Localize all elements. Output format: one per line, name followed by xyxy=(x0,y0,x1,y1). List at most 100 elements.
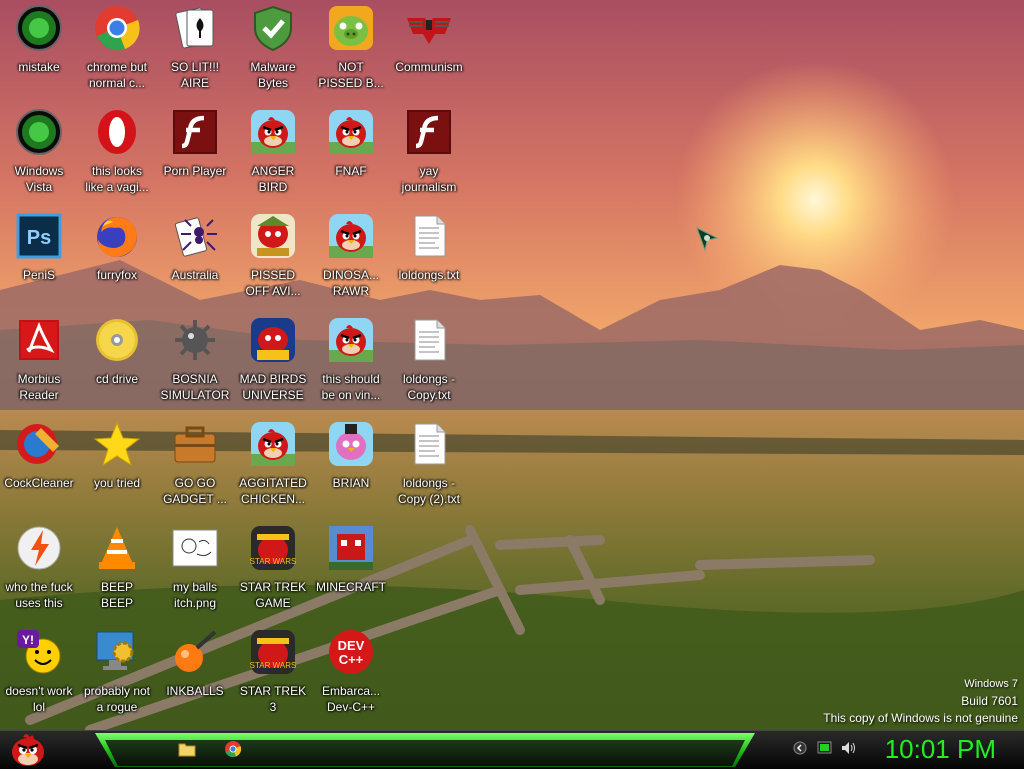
desktop-icon-label: NOT PISSED B... xyxy=(318,60,384,90)
desktop-icon[interactable]: probably not a rogue xyxy=(78,626,156,726)
desktop-icon[interactable]: this should be on vin... xyxy=(312,314,390,414)
angry-bird-icon xyxy=(12,734,44,766)
desktop-icon[interactable]: AGGITATED CHICKEN... xyxy=(234,418,312,518)
desktop-icon[interactable]: Ps PeniS xyxy=(0,210,78,310)
desktop-icon-label: FNAF xyxy=(335,164,367,178)
desktop-icon[interactable]: loldongs - Copy.txt xyxy=(390,314,468,414)
desktop-icon-label: Malware Bytes xyxy=(250,60,296,90)
desktop-icon-label: furryfox xyxy=(96,268,137,282)
devcpp-icon: DEV C++ xyxy=(327,628,375,676)
desktop-icon[interactable]: CockCleaner xyxy=(0,418,78,518)
desktop-icon-label: Communism xyxy=(395,60,463,74)
desktop-icon-label: DINOSA... RAWR xyxy=(322,268,379,298)
desktop-icon[interactable]: PISSED OFF AVI... xyxy=(234,210,312,310)
tray-volume[interactable] xyxy=(841,741,857,760)
desktop-icon[interactable]: Morbius Reader xyxy=(0,314,78,414)
taskbar-folder-button[interactable] xyxy=(178,740,196,758)
desktop-icon[interactable]: Malware Bytes xyxy=(234,2,312,102)
desktop-icon[interactable]: chrome but normal c... xyxy=(78,2,156,102)
mine-icon xyxy=(171,316,219,364)
angry-bird-icon xyxy=(327,212,375,260)
spider-solitaire-icon xyxy=(171,212,219,260)
taskbar-clock[interactable]: 10:01 PM xyxy=(885,734,996,765)
desktop-icon[interactable]: Australia xyxy=(156,210,234,310)
desktop-icon[interactable]: you tried xyxy=(78,418,156,518)
desktop-icon[interactable]: Y! doesn't work lol xyxy=(0,626,78,726)
desktop-icon-label: PeniS xyxy=(22,268,56,282)
desktop-icon[interactable]: GO GO GADGET ... xyxy=(156,418,234,518)
desktop-icon-label: PISSED OFF AVI... xyxy=(245,268,301,298)
desktop-icon-label: Morbius Reader xyxy=(17,372,61,402)
desktop-icon[interactable]: STAR WARS STAR TREK 3 xyxy=(234,626,312,726)
desktop-icon[interactable]: furryfox xyxy=(78,210,156,310)
desktop-icon[interactable]: ANGER BIRD xyxy=(234,106,312,206)
briefcase-icon xyxy=(171,420,219,468)
desktop-icon-label: CockCleaner xyxy=(4,476,74,490)
flash-icon xyxy=(405,108,453,156)
desktop-icon[interactable]: MINECRAFT xyxy=(312,522,390,622)
watermark-genuine: This copy of Windows is not genuine xyxy=(823,711,1018,725)
flash-icon xyxy=(171,108,219,156)
angry-bird-stella-icon xyxy=(327,420,375,468)
desktop-icon[interactable]: cd drive xyxy=(78,314,156,414)
desktop-icon-label: STAR TREK GAME xyxy=(239,580,307,610)
desktop-icon-label: BRIAN xyxy=(332,476,370,490)
watermark-build: Build 7601 xyxy=(961,694,1018,708)
angry-bird-space-icon xyxy=(249,316,297,364)
desktop-icon[interactable]: MAD BIRDS UNIVERSE xyxy=(234,314,312,414)
angry-bird-starwars-icon: STAR WARS xyxy=(249,524,297,572)
taskbar-items-area xyxy=(105,740,745,766)
desktop-icon[interactable]: mistake xyxy=(0,2,78,102)
yahoo-messenger-icon: Y! xyxy=(15,628,63,676)
taskbar xyxy=(0,730,1024,769)
desktop-icon[interactable]: BOSNIA SIMULATOR xyxy=(156,314,234,414)
desktop-icon[interactable]: Windows Vista xyxy=(0,106,78,206)
watermark-os: Windows 7 xyxy=(964,678,1018,690)
start-button[interactable] xyxy=(8,731,48,767)
shield-check-icon xyxy=(249,4,297,52)
desktop-icon-label: BEEP BEEP xyxy=(100,580,133,610)
desktop-icon-label: loldongs.txt xyxy=(398,268,460,282)
desktop-icon[interactable]: DINOSA... RAWR xyxy=(312,210,390,310)
desktop-icon[interactable]: BEEP BEEP xyxy=(78,522,156,622)
desktop-icon[interactable]: FNAF xyxy=(312,106,390,206)
svg-text:Ps: Ps xyxy=(27,227,51,249)
back-arrow-icon xyxy=(793,741,807,755)
desktop-icon[interactable]: this looks like a vagi... xyxy=(78,106,156,206)
chrome-icon xyxy=(225,741,242,758)
desktop-icon[interactable]: loldongs.txt xyxy=(390,210,468,310)
desktop-icon-label: ANGER BIRD xyxy=(251,164,295,194)
taskbar-chrome-button[interactable] xyxy=(224,740,242,758)
desktop-icon[interactable]: SO LIT!!! AIRE xyxy=(156,2,234,102)
desktop-icon-label: my balls itch.png xyxy=(172,580,217,610)
desktop-icon[interactable]: my balls itch.png xyxy=(156,522,234,622)
svg-text:Y!: Y! xyxy=(22,633,34,647)
folder-icon xyxy=(178,743,196,757)
desktop-icon-label: BOSNIA SIMULATOR xyxy=(160,372,230,402)
svg-text:DEV: DEV xyxy=(338,638,365,653)
desktop-icon[interactable]: loldongs - Copy (2).txt xyxy=(390,418,468,518)
desktop-icon[interactable]: STAR WARS STAR TREK GAME xyxy=(234,522,312,622)
image-file-icon xyxy=(171,524,219,572)
tray-show-hidden[interactable] xyxy=(793,741,807,760)
desktop-icon[interactable]: INKBALLS xyxy=(156,626,234,726)
desktop-icon[interactable]: yay journalism xyxy=(390,106,468,206)
desktop-icon[interactable]: NOT PISSED B... xyxy=(312,2,390,102)
angry-bird-icon xyxy=(327,316,375,364)
tray-battery[interactable] xyxy=(817,741,833,760)
desktop-icon-label: mistake xyxy=(18,60,60,74)
desktop-icon[interactable]: Porn Player xyxy=(156,106,234,206)
minecraft-bird-icon xyxy=(327,524,375,572)
desktop-icon[interactable]: BRIAN xyxy=(312,418,390,518)
green-orb-icon xyxy=(15,108,63,156)
speaker-icon xyxy=(842,742,855,754)
desktop-icon[interactable]: Communism xyxy=(390,2,468,102)
desktop-icon-label: Windows Vista xyxy=(14,164,64,194)
svg-text:C++: C++ xyxy=(339,652,364,667)
desktop-icon[interactable]: who the fuck uses this xyxy=(0,522,78,622)
desktop-icon-label: cd drive xyxy=(95,372,139,386)
desktop-icon[interactable]: DEV C++ Embarca... Dev-C++ xyxy=(312,626,390,726)
desktop-icon-label: SO LIT!!! AIRE xyxy=(170,60,219,90)
desktop-icon-label: chrome but normal c... xyxy=(86,60,148,90)
text-file-icon xyxy=(405,212,453,260)
